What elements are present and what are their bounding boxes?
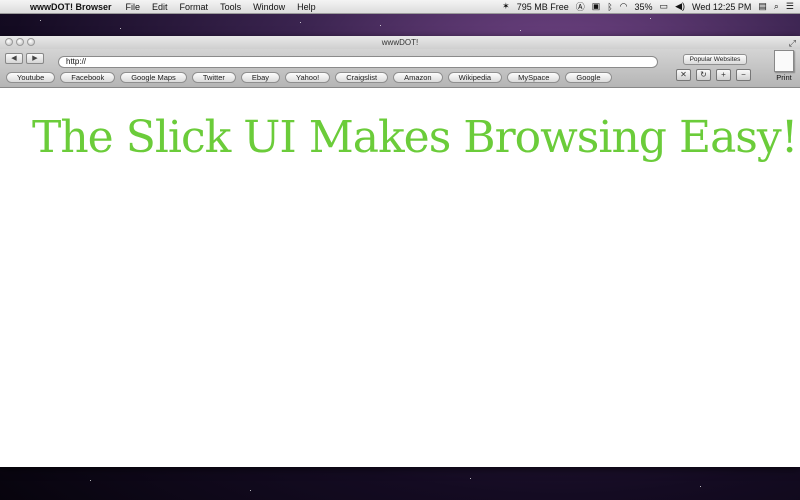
bookmark-craigslist[interactable]: Craigslist <box>335 72 389 83</box>
reload-button[interactable]: ↻ <box>696 69 711 81</box>
menu-edit[interactable]: Edit <box>146 2 174 12</box>
activity-icon[interactable]: ✶ <box>502 1 510 12</box>
bookmark-google[interactable]: Google <box>565 72 612 83</box>
print-button[interactable]: Print <box>770 50 798 84</box>
toolbar: ◀ ▶ http:// Youtube Facebook Google Maps… <box>0 49 800 88</box>
bookmark-facebook[interactable]: Facebook <box>60 72 116 83</box>
forward-button[interactable]: ▶ <box>26 53 44 64</box>
menu-format[interactable]: Format <box>174 2 215 12</box>
bookmark-twitter[interactable]: Twitter <box>191 72 236 83</box>
spotlight-icon[interactable]: ⌕ <box>774 1 779 12</box>
bookmark-yahoo[interactable]: Yahoo! <box>285 72 331 83</box>
wifi-icon[interactable]: ◠ <box>620 1 628 12</box>
memory-readout[interactable]: 795 MB Free <box>517 2 569 12</box>
popular-websites-button[interactable]: Popular Websites <box>683 54 747 65</box>
bookmark-youtube[interactable]: Youtube <box>6 72 56 83</box>
bookmark-myspace[interactable]: MySpace <box>507 72 561 83</box>
bookmark-wikipedia[interactable]: Wikipedia <box>447 72 503 83</box>
title-bar[interactable]: wwwDOT! ⤢ <box>0 36 800 49</box>
close-window-icon[interactable] <box>5 38 13 46</box>
zoom-in-button[interactable]: + <box>716 69 731 81</box>
bookmark-google-maps[interactable]: Google Maps <box>120 72 187 83</box>
forward-arrow-icon: ▶ <box>32 55 38 62</box>
volume-icon[interactable]: ◀) <box>675 1 685 12</box>
print-label: Print <box>776 73 792 82</box>
bookmark-amazon[interactable]: Amazon <box>393 72 443 83</box>
user-icon[interactable]: ▤ <box>758 1 767 12</box>
back-arrow-icon: ◀ <box>11 55 17 62</box>
clock[interactable]: Wed 12:25 PM <box>692 2 751 12</box>
url-input[interactable]: http:// <box>58 56 658 68</box>
stop-button[interactable]: ✕ <box>676 69 691 81</box>
menu-window[interactable]: Window <box>247 2 291 12</box>
print-document-icon <box>774 50 794 72</box>
bookmarks-bar: Youtube Facebook Google Maps Twitter Eba… <box>6 72 666 83</box>
app-menu[interactable]: wwwDOT! Browser <box>22 2 120 12</box>
menu-bar: wwwDOT! Browser File Edit Format Tools W… <box>0 0 800 14</box>
menu-tools[interactable]: Tools <box>214 2 247 12</box>
minus-icon: − <box>741 70 746 79</box>
battery-readout[interactable]: 35% <box>635 2 653 12</box>
list-icon[interactable]: ☰ <box>786 1 794 12</box>
display-icon[interactable]: ▣ <box>592 1 601 12</box>
status-area: ✶ 795 MB Free Ⓐ ▣ ᛒ ◠ 35% ▭ ◀) Wed 12:25… <box>502 0 800 13</box>
reload-icon: ↻ <box>700 70 707 79</box>
adobe-icon[interactable]: Ⓐ <box>576 0 585 13</box>
page-content: The Slick UI Makes Browsing Easy! <box>0 88 800 467</box>
window-title: wwwDOT! <box>381 38 419 47</box>
menu-file[interactable]: File <box>120 2 147 12</box>
menu-help[interactable]: Help <box>291 2 322 12</box>
stop-icon: ✕ <box>680 70 687 79</box>
plus-icon: + <box>721 70 726 79</box>
zoom-out-button[interactable]: − <box>736 69 751 81</box>
battery-icon[interactable]: ▭ <box>660 1 669 12</box>
page-headline: The Slick UI Makes Browsing Easy! <box>32 112 798 163</box>
back-button[interactable]: ◀ <box>5 53 23 64</box>
bookmark-ebay[interactable]: Ebay <box>240 72 281 83</box>
minimize-window-icon[interactable] <box>16 38 24 46</box>
zoom-window-icon[interactable] <box>27 38 35 46</box>
window-controls <box>5 38 35 46</box>
browser-window: wwwDOT! ⤢ ◀ ▶ http:// Youtube Facebook G… <box>0 36 800 467</box>
bluetooth-icon[interactable]: ᛒ <box>607 2 612 12</box>
